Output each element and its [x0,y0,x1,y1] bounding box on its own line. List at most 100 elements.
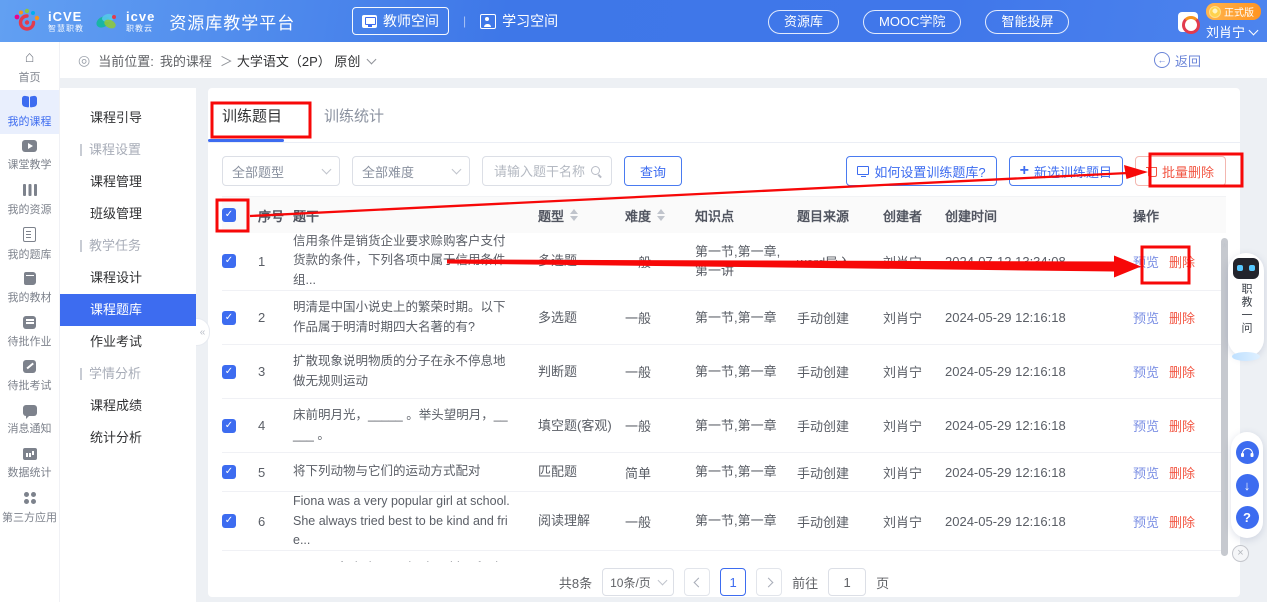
mooc-academy-button[interactable]: MOOC学院 [863,10,961,34]
tab-training-statistics[interactable]: 训练统计 [324,105,384,126]
sidebar-item-course-design[interactable]: 课程设计 [60,262,196,294]
scrollbar-thumb[interactable] [1221,238,1228,556]
rail-item-classroom-teaching[interactable]: 课堂教学 [0,134,59,178]
column-difficulty[interactable]: 难度 [625,206,695,225]
nav-study-space[interactable]: 学习空间 [480,11,558,31]
row-checkbox[interactable]: ✓ [222,365,236,379]
sort-icon[interactable] [570,209,578,221]
row-checkbox[interactable]: ✓ [222,311,236,325]
icon-rail: ⌂首页 我的课程 课堂教学 我的资源 我的题库 我的教材 待批作业 待批考试 消… [0,42,60,602]
preview-link[interactable]: 预览 [1133,416,1159,435]
question-stem: 明清是中国小说史上的繁荣时期。以下作品属于明清时期四大名著的有? [293,298,538,337]
breadcrumb-bar: ◎ 当前位置: 我的课程 ＞ 大学语文（2P） 原创 ← 返回 [60,42,1267,78]
download-button[interactable]: ↓ [1236,474,1259,497]
select-all-checkbox[interactable]: ✓ [222,208,236,222]
how-to-setup-button[interactable]: 如何设置训练题库? [846,156,996,186]
rail-item-third-party-apps[interactable]: 第三方应用 [0,486,59,530]
delete-link[interactable]: 删除 [1169,252,1195,271]
delete-link[interactable]: 删除 [1169,463,1195,482]
sort-icon[interactable] [657,209,665,221]
row-checkbox[interactable]: ✓ [222,419,236,433]
question-stem: 信用条件是销货企业要求赊购客户支付货款的条件，下列各项中属于信用条件组... [293,232,538,290]
tab-bar: 训练题目 训练统计 [222,88,384,142]
resource-library-button[interactable]: 资源库 [768,10,839,34]
chevron-down-icon [322,165,332,175]
delete-link[interactable]: 删除 [1169,416,1195,435]
sidebar-item-homework-exam[interactable]: 作业考试 [60,326,196,358]
row-checkbox[interactable]: ✓ [222,465,236,479]
rail-item-my-question-bank[interactable]: 我的题库 [0,222,59,266]
app-title: 资源库教学平台 [169,9,295,34]
page-size-select[interactable]: 10条/页 [602,568,674,596]
sidebar-item-course-grades[interactable]: 课程成绩 [60,390,196,422]
sidebar-item-course-question-bank[interactable]: 课程题库 [60,294,196,326]
rail-item-data-stats[interactable]: 数据统计 [0,442,59,486]
column-type[interactable]: 题型 [538,206,625,225]
my-courses-icon [22,95,38,109]
rail-item-home[interactable]: ⌂首页 [0,46,59,90]
icve-swirl-logo-icon [12,8,42,34]
page-unit: 页 [876,573,889,592]
chevron-right-icon [763,577,773,587]
add-training-questions-button[interactable]: + 新选训练题目 [1009,156,1123,186]
data-stats-icon [23,448,37,460]
sidebar-item-class-management[interactable]: 班级管理 [60,198,196,230]
breadcrumb-root[interactable]: 我的课程 [160,51,212,70]
rail-item-pending-homework[interactable]: 待批作业 [0,310,59,354]
preview-link[interactable]: 预览 [1133,362,1159,381]
rail-item-pending-exam[interactable]: 待批考试 [0,354,59,398]
workspace-nav: 教师空间 | 学习空间 [352,0,558,42]
customer-service-button[interactable] [1236,441,1259,464]
goto-page-input[interactable] [828,568,866,596]
plus-icon: + [1020,163,1029,179]
user-menu[interactable]: 刘肖宁 [1206,22,1257,41]
goto-label: 前往 [792,573,818,592]
preview-link[interactable]: 预览 [1133,512,1159,531]
row-checkbox[interactable]: ✓ [222,514,236,528]
question-stem: 将下列动物与它们的运动方式配对 [293,462,538,481]
help-button[interactable]: ? [1236,506,1259,529]
row-checkbox[interactable]: ✓ [222,254,236,268]
column-stem: 题干 [293,206,538,225]
prev-page-button[interactable] [684,568,710,596]
delete-link[interactable]: 删除 [1169,512,1195,531]
assistant-widget[interactable]: 职教一问 [1228,253,1264,357]
course-switcher-caret-icon[interactable] [367,54,377,64]
monitor-icon [857,166,869,176]
delete-link[interactable]: 删除 [1169,362,1195,381]
sidebar-item-course-management[interactable]: 课程管理 [60,166,196,198]
breadcrumb-separator: ＞ [220,51,233,70]
next-page-button[interactable] [756,568,782,596]
difficulty-select[interactable]: 全部难度 [352,156,470,186]
preview-link[interactable]: 预览 [1133,252,1159,271]
sidebar-item-course-guide[interactable]: 课程引导 [60,102,196,134]
rail-item-my-textbook[interactable]: 我的教材 [0,266,59,310]
page-number[interactable]: 1 [720,568,746,596]
back-arrow-icon: ← [1154,52,1170,68]
batch-delete-button[interactable]: 批量删除 [1135,156,1226,186]
close-icon[interactable]: × [1232,545,1249,562]
user-area: 正式版 刘肖宁 [1178,3,1261,41]
nav-teacher-space[interactable]: 教师空间 [352,7,449,35]
table-row: ✓ 4 床前明月光，_____ 。举头望明月，_____ 。 填空题(客观) 一… [222,399,1226,453]
question-type-select[interactable]: 全部题型 [222,156,340,186]
search-icon[interactable] [591,166,602,177]
table-body: ✓ 1 信用条件是销货企业要求赊购客户支付货款的条件，下列各项中属于信用条件组.… [222,232,1226,562]
question-stem: Fiona was a very popular girl at school.… [293,492,538,550]
main-content: 训练题目 训练统计 全部题型 全部难度 查询 如何设置训练题库? + 新选训练题… [208,88,1240,597]
brand1-name: iCVE [48,10,84,23]
app-launcher-icon[interactable] [1178,12,1198,32]
tab-training-questions[interactable]: 训练题目 [222,105,282,126]
preview-link[interactable]: 预览 [1133,308,1159,327]
sidebar-item-statistics-analysis[interactable]: 统计分析 [60,422,196,454]
rail-item-my-resources[interactable]: 我的资源 [0,178,59,222]
back-button[interactable]: ← 返回 [1154,51,1201,70]
preview-link[interactable]: 预览 [1133,463,1159,482]
rail-item-messages[interactable]: 消息通知 [0,398,59,442]
query-button[interactable]: 查询 [624,156,682,186]
delete-link[interactable]: 删除 [1169,308,1195,327]
stem-search-input[interactable] [492,163,591,180]
rail-item-my-courses[interactable]: 我的课程 [0,90,59,134]
sparkle-icon: * [1222,240,1227,255]
smart-cast-button[interactable]: 智能投屏 [985,10,1069,34]
